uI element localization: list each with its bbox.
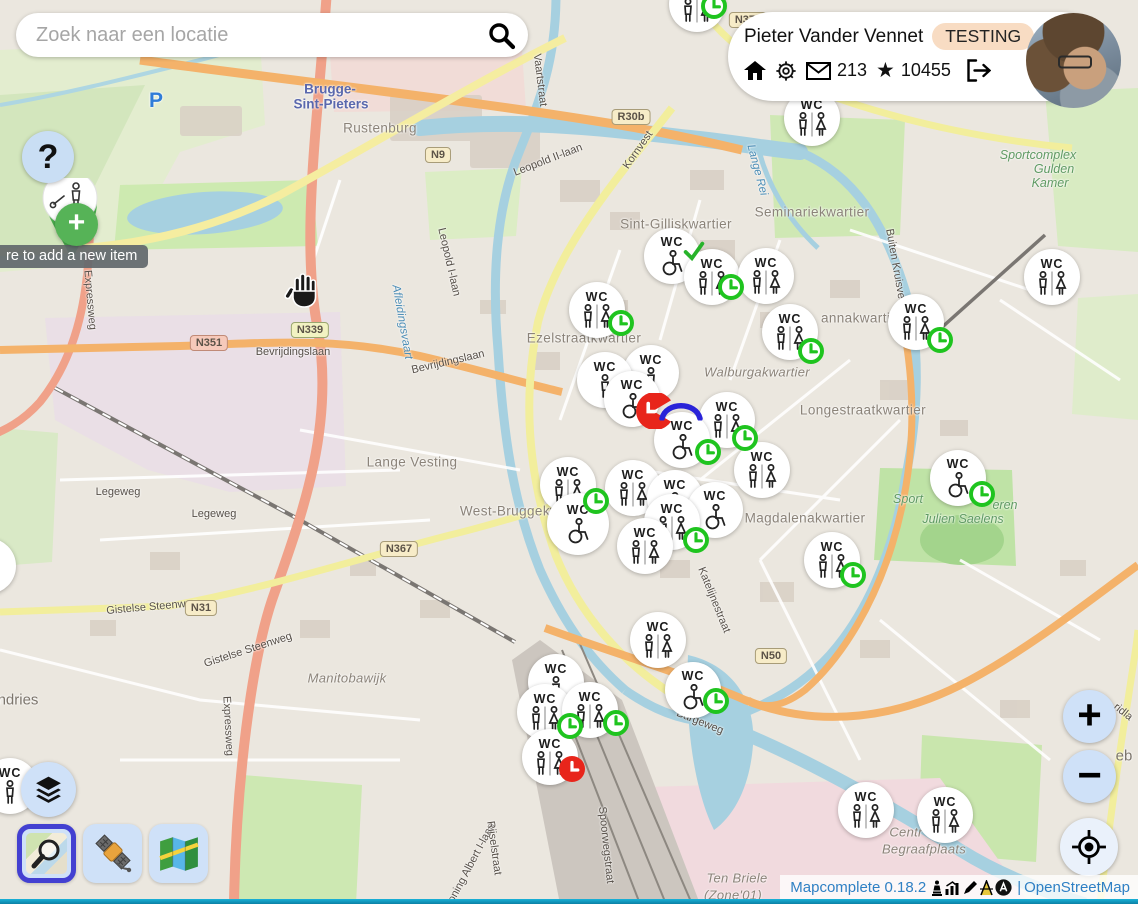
road-shield: N9 xyxy=(425,147,451,163)
road-shield: N50 xyxy=(755,648,787,664)
toilet-marker-wheelchair[interactable]: WC xyxy=(547,493,609,555)
road-shield: N339 xyxy=(291,322,329,338)
mapcomplete-app: Brugge-Sint-PietersRustenburgPVaartstraa… xyxy=(0,0,1138,904)
basemap-map-button[interactable] xyxy=(149,824,208,883)
attribution-separator: | xyxy=(1017,879,1021,896)
messages-count: 213 xyxy=(837,60,867,81)
toilet-marker-male-female[interactable]: WC xyxy=(522,729,578,785)
testing-badge: TESTING xyxy=(932,23,1034,50)
toilet-marker-male-female[interactable]: WC xyxy=(738,248,794,304)
basemap-switcher xyxy=(17,824,208,883)
toilet-marker-male-female[interactable]: WC xyxy=(762,304,818,360)
toilet-marker-wheelchair[interactable]: WC xyxy=(654,412,710,468)
openstreetmap-link[interactable]: OpenStreetMap xyxy=(1024,879,1130,896)
user-avatar[interactable] xyxy=(1026,13,1121,108)
toilet-marker-male-female[interactable]: WC xyxy=(630,612,686,668)
crosshair-icon xyxy=(1071,829,1107,865)
osm-map-icon xyxy=(26,833,67,874)
toilet-marker-male-female[interactable]: WC xyxy=(838,782,894,838)
toilet-marker-wheelchair[interactable]: WC xyxy=(604,371,660,427)
world-map-icon xyxy=(158,835,200,873)
statue-icon xyxy=(931,880,943,896)
mapcomplete-version-link[interactable]: Mapcomplete 0.18.2 xyxy=(790,879,926,896)
search-bar xyxy=(16,13,528,57)
search-icon[interactable] xyxy=(486,20,516,50)
satellite-icon xyxy=(91,832,135,876)
toilet-marker-male-female[interactable]: WC xyxy=(804,532,860,588)
basemap-osm-button[interactable] xyxy=(17,824,76,883)
user-name[interactable]: Pieter Vander Vennet xyxy=(744,26,923,48)
star-icon: ★ xyxy=(876,60,895,81)
home-icon[interactable] xyxy=(744,61,766,81)
toilet-marker-male-female[interactable]: WC xyxy=(888,294,944,350)
messages-icon[interactable] xyxy=(806,62,831,80)
road-shield: N367 xyxy=(380,541,418,557)
zoom-out-button[interactable]: − xyxy=(1063,750,1116,803)
road-shield: N351 xyxy=(190,335,228,351)
toilet-marker-male-female[interactable]: WC xyxy=(617,518,673,574)
road-shield: R30b xyxy=(612,109,651,125)
toilet-marker-male-female[interactable]: WC xyxy=(1024,249,1080,305)
attribution-icons xyxy=(931,879,1012,896)
add-new-item-button[interactable]: + xyxy=(55,203,98,246)
user-name-row: Pieter Vander Vennet TESTING xyxy=(744,23,1034,50)
add-item-tooltip: re to add a new item xyxy=(0,245,148,268)
help-button[interactable]: ? xyxy=(22,131,74,183)
logout-icon[interactable] xyxy=(966,59,991,82)
zoom-in-button[interactable]: + xyxy=(1063,690,1116,743)
toilet-marker-wheelchair[interactable]: WC xyxy=(665,662,721,718)
search-input[interactable] xyxy=(16,24,486,47)
pencil-icon xyxy=(962,880,978,896)
license-icon xyxy=(995,879,1012,896)
toilet-marker-male-female[interactable]: WC xyxy=(684,249,740,305)
bottom-bar xyxy=(0,899,1138,904)
attribution-bar: Mapcomplete 0.18.2 | OpenStreetMap xyxy=(780,875,1138,899)
toilet-marker-wheelchair[interactable]: WC xyxy=(930,450,986,506)
gear-icon[interactable] xyxy=(775,60,797,82)
basemap-satellite-button[interactable] xyxy=(83,824,142,883)
toilet-marker-male-female[interactable]: WC xyxy=(562,682,618,738)
layers-button[interactable] xyxy=(21,762,76,817)
stats-icon xyxy=(944,880,961,896)
user-actions-row: 213 ★ 10455 xyxy=(744,59,991,82)
toilet-marker-male-female[interactable]: WC xyxy=(917,787,973,843)
hand-cursor-icon xyxy=(283,269,321,309)
toilet-marker-male-female[interactable]: WC xyxy=(569,282,625,338)
layers-icon xyxy=(33,774,64,805)
toilet-marker-male-female[interactable]: WC xyxy=(734,442,790,498)
road-shield: N31 xyxy=(185,600,217,616)
surveyor-icon xyxy=(979,880,994,896)
changeset-count: 10455 xyxy=(901,60,951,81)
geolocate-button[interactable] xyxy=(1060,818,1118,876)
